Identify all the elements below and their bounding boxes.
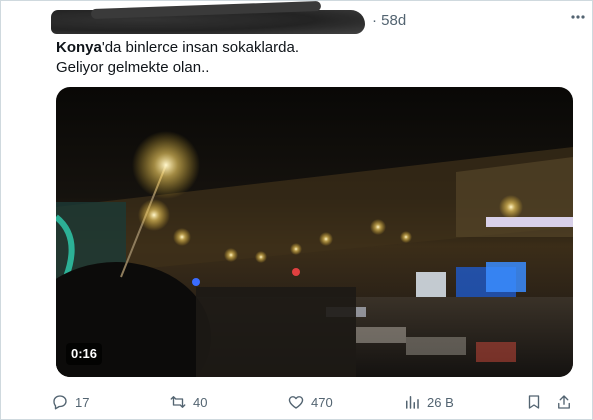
post-timestamp[interactable]: · 58d <box>372 12 406 29</box>
video-frame <box>56 131 573 377</box>
like-count: 470 <box>311 394 333 410</box>
share-button[interactable] <box>555 391 579 413</box>
like-icon <box>288 396 304 409</box>
views-button[interactable]: 26 B <box>403 391 454 413</box>
reply-count: 17 <box>75 394 90 410</box>
bookmark-icon <box>528 395 540 409</box>
repost-button[interactable]: 40 <box>169 391 207 413</box>
video-player[interactable]: 0:16 <box>56 87 573 377</box>
post-text-line2: Geliyor gelmekte olan.. <box>56 59 210 76</box>
video-duration: 0:16 <box>66 343 103 365</box>
share-icon <box>558 395 570 409</box>
reply-icon <box>53 395 67 410</box>
like-button[interactable]: 470 <box>287 391 333 413</box>
post-text-highlight: Konya <box>56 39 102 56</box>
post-container[interactable]: · 58d Konya'da binlerce insan sokaklarda… <box>0 0 593 420</box>
more-icon[interactable] <box>568 8 588 28</box>
repost-count: 40 <box>193 394 208 410</box>
post-header: · 58d <box>51 9 585 34</box>
repost-icon <box>170 396 186 408</box>
views-icon <box>406 396 419 409</box>
bookmark-button[interactable] <box>525 391 549 413</box>
post-text: Konya'da binlerce insan sokaklarda. Geli… <box>56 38 556 78</box>
action-bar: 17 40 470 26 B <box>51 391 581 415</box>
reply-button[interactable]: 17 <box>51 391 89 413</box>
post-text-line1-rest: 'da binlerce insan sokaklarda. <box>101 39 299 56</box>
views-count: 26 B <box>427 394 454 410</box>
redacted-author-name <box>51 10 365 34</box>
